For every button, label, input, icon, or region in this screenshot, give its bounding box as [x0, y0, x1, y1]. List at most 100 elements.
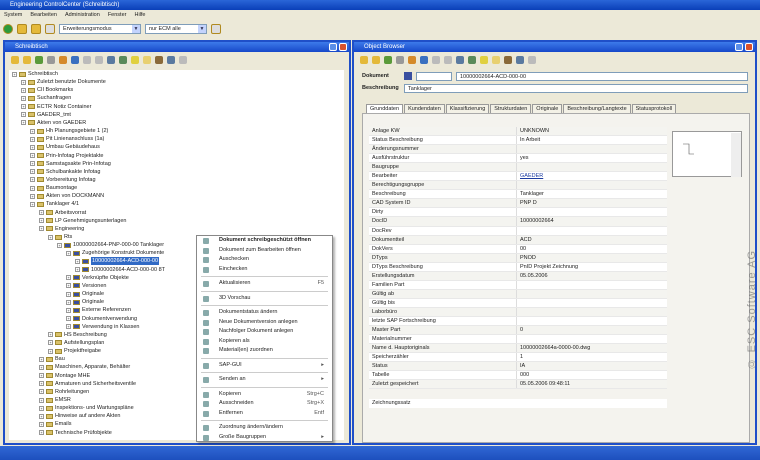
settings-icon[interactable] [211, 24, 221, 34]
tree-item[interactable]: +Pit Linienanschluss (1a) [30, 135, 104, 143]
context-menu-item[interactable]: Einchecken [197, 265, 332, 275]
tab-5[interactable]: Beschreibung/Langtexte [563, 104, 630, 113]
context-menu-item[interactable]: AktualisierenF5 [197, 279, 332, 289]
tab-6[interactable]: Statusprotokoll [632, 104, 676, 113]
tree-item[interactable]: +LP Genehmigungsunterlagen [39, 217, 126, 225]
toolbar-icon[interactable] [23, 56, 31, 64]
menu-item-0[interactable]: System [4, 10, 22, 20]
context-menu-item[interactable]: Senden an▸ [197, 375, 332, 385]
tree-item[interactable]: +Hh Planungsgebiete 1 (2) [30, 127, 108, 135]
expand-toggle-icon[interactable]: + [30, 186, 35, 191]
tree-item[interactable]: +Originale [66, 298, 104, 306]
context-menu-item[interactable]: 3D Vorschau [197, 294, 332, 304]
expand-toggle-icon[interactable]: + [39, 218, 44, 223]
tree-item[interactable]: +Umbau Gebäudehaus [30, 143, 100, 151]
toolbar-icon[interactable] [504, 56, 512, 64]
tree-item[interactable]: +Inspektions- und Wartungspläne [39, 404, 134, 412]
context-menu-item[interactable]: Material(en) zuordnen [197, 346, 332, 356]
chevron-down-icon[interactable]: ▼ [132, 25, 140, 33]
expand-toggle-icon[interactable]: + [39, 357, 44, 362]
expand-toggle-icon[interactable]: + [21, 80, 26, 85]
tree-item[interactable]: +Samstagsakte Prin-Infotag [30, 160, 111, 168]
tree-item[interactable]: +Schulbankakte Infotag [30, 168, 100, 176]
tree-item[interactable]: +Versionen [66, 282, 106, 290]
toolbar-icon[interactable] [480, 56, 488, 64]
mode-select[interactable]: Erweiterungsmodus▼ [59, 24, 141, 34]
tree-item[interactable]: +Bau [39, 355, 65, 363]
tree-item[interactable]: +Verwendung in Klassen [66, 323, 139, 331]
tree-item[interactable]: +Emails [39, 420, 72, 428]
tab-4[interactable]: Originale [532, 104, 562, 113]
expand-toggle-icon[interactable]: + [48, 340, 53, 345]
tree-item[interactable]: +Armaturen und Sicherheitsventile [39, 380, 136, 388]
tree-item[interactable]: +Engineering [39, 225, 84, 233]
toolbar-icon[interactable] [59, 56, 67, 64]
toolbar-icon[interactable] [372, 56, 380, 64]
expand-toggle-icon[interactable]: + [39, 406, 44, 411]
expand-toggle-icon[interactable]: + [39, 210, 44, 215]
tab-3[interactable]: Strukturdaten [490, 104, 531, 113]
expand-toggle-icon[interactable]: + [39, 430, 44, 435]
tree-item[interactable]: +Rohrleitungen [39, 388, 89, 396]
maximize-button[interactable] [735, 43, 743, 51]
tree-item[interactable]: +Maschinen, Apparate, Behälter [39, 363, 130, 371]
tree-item[interactable]: +Montage MHE [39, 372, 90, 380]
tree-item[interactable]: +Tanklager 4/1 [30, 200, 79, 208]
expand-toggle-icon[interactable]: + [30, 177, 35, 182]
expand-toggle-icon[interactable]: + [30, 169, 35, 174]
menu-item-4[interactable]: Hilfe [134, 10, 145, 20]
toolbar-icon[interactable] [107, 56, 115, 64]
tree-item[interactable]: +EMSR [39, 396, 71, 404]
context-menu-item[interactable]: Dokument zum Bearbeiten öffnen [197, 246, 332, 256]
toolbar-icon[interactable] [408, 56, 416, 64]
context-menu-item[interactable]: AusschneidenStrg+X [197, 399, 332, 409]
expand-toggle-icon[interactable]: + [39, 414, 44, 419]
toolbar-icon[interactable] [143, 56, 151, 64]
context-menu-item[interactable]: KopierenStrg+C [197, 390, 332, 400]
toolbar-icon[interactable] [11, 56, 19, 64]
tree-item[interactable]: +Akten von GAEDER [21, 119, 86, 127]
tree-item[interactable]: +Originale [66, 290, 104, 298]
tree-item[interactable]: +Zuletzt benutzte Dokumente [21, 78, 106, 86]
expand-toggle-icon[interactable]: + [30, 153, 35, 158]
tree-item[interactable]: +10000002664-ACD-000-00 8T [75, 266, 165, 274]
tree-item[interactable]: +CII Bookmarks [21, 86, 73, 94]
refresh-icon[interactable] [3, 24, 13, 34]
expand-toggle-icon[interactable]: + [12, 72, 17, 77]
tree-item[interactable]: +GAEDER_tmt [21, 111, 71, 119]
expand-toggle-icon[interactable]: + [39, 365, 44, 370]
tab-2[interactable]: Klassifizierung [446, 104, 489, 113]
toolbar-icon[interactable] [384, 56, 392, 64]
tab-0[interactable]: Grunddaten [366, 104, 403, 113]
expand-toggle-icon[interactable]: + [75, 259, 80, 264]
tree-item[interactable]: +ECTR Notiz Container [21, 103, 91, 111]
expand-toggle-icon[interactable]: + [30, 145, 35, 150]
tree-item[interactable]: +Externe Referenzen [66, 306, 131, 314]
toolbar-icon[interactable] [516, 56, 524, 64]
toolbar-icon[interactable] [95, 56, 103, 64]
expand-toggle-icon[interactable]: + [39, 381, 44, 386]
expand-toggle-icon[interactable]: + [30, 202, 35, 207]
expand-toggle-icon[interactable]: + [30, 194, 35, 199]
tree-item[interactable]: +10000002664-ACD-000-00 [75, 257, 159, 265]
expand-toggle-icon[interactable]: + [21, 88, 26, 93]
close-button[interactable] [339, 43, 347, 51]
expand-toggle-icon[interactable]: + [30, 129, 35, 134]
context-menu-item[interactable]: Dokumentstatus ändern [197, 308, 332, 318]
document-number-field[interactable]: 10000002664-ACD-000-00 [456, 72, 748, 81]
tree-item[interactable]: +Zugehörige Konstrukt Dokumente [66, 249, 164, 257]
menu-item-2[interactable]: Administration [65, 10, 100, 20]
tree-item[interactable]: +HS Beschreibung [48, 331, 107, 339]
tree-item[interactable]: +Suchanfragen [21, 94, 71, 102]
expand-toggle-icon[interactable]: + [39, 226, 44, 231]
toolbar-icon[interactable] [456, 56, 464, 64]
description-field[interactable]: Tanklager [404, 84, 748, 93]
toolbar-icon[interactable] [179, 56, 187, 64]
toolbar-icon[interactable] [131, 56, 139, 64]
filter-select[interactable]: nur ECM alle▼ [145, 24, 207, 34]
desk-icon[interactable] [31, 24, 41, 34]
expand-toggle-icon[interactable]: + [39, 422, 44, 427]
toolbar-icon[interactable] [119, 56, 127, 64]
tree-item[interactable]: +Arbeitsvorrat [39, 209, 86, 217]
context-menu-item[interactable]: Zuordnung ändern/ändern [197, 423, 332, 433]
